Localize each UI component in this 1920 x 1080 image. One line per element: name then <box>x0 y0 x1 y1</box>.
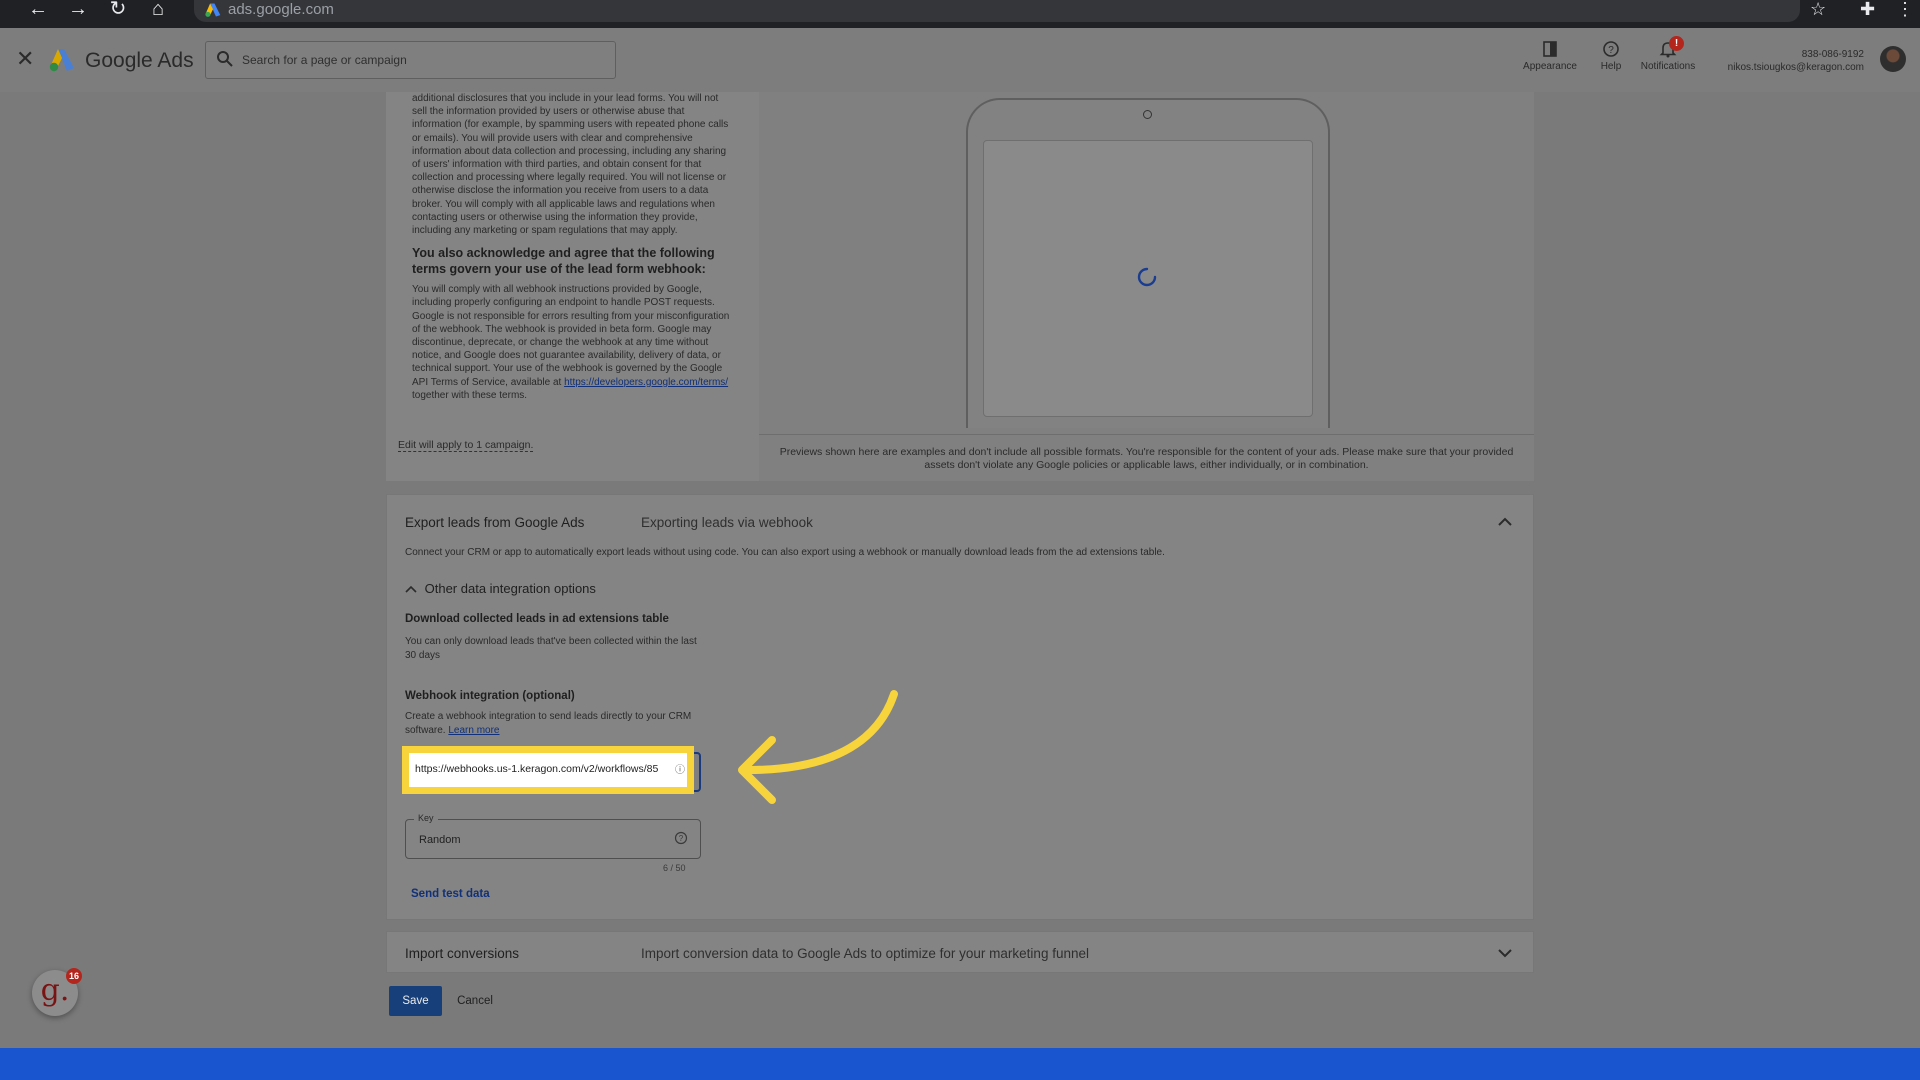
google-ads-logo-icon <box>49 49 74 72</box>
other-integration-toggle[interactable]: Other data integration options <box>405 581 596 596</box>
key-label: Key <box>414 813 438 823</box>
preview-divider <box>759 434 1534 435</box>
terms-paragraph-1: additional disclosures that you include … <box>412 93 729 237</box>
import-title: Import conversions <box>405 946 520 961</box>
google-ads-favicon-icon <box>205 3 221 17</box>
help-label: Help <box>1600 61 1622 72</box>
search-icon <box>217 51 233 67</box>
notifications-label: Notifications <box>1640 61 1696 72</box>
webhook-url-value: https://webhooks.us-1.keragon.com/v2/wor… <box>415 763 659 775</box>
webhook-heading: Webhook integration (optional) <box>405 690 575 702</box>
account-info[interactable]: 838-086-9192 nikos.tsiougkos@keragon.com <box>1728 48 1864 74</box>
key-char-counter: 6 / 50 <box>663 863 686 873</box>
back-icon[interactable]: ← <box>24 0 52 20</box>
annotation-arrow-icon <box>738 690 898 804</box>
ads-header: ✕ Google Ads Search for a page or campai… <box>0 28 1920 92</box>
ad-preview-panel: Previews shown here are examples and don… <box>759 92 1534 481</box>
account-phone: 838-086-9192 <box>1801 49 1864 60</box>
chevron-up-icon[interactable] <box>1498 517 1512 527</box>
device-screen <box>983 140 1313 417</box>
appearance-button[interactable]: Appearance <box>1520 40 1580 72</box>
help-icon: ? <box>1603 41 1619 57</box>
webhook-text: Create a webhook integration to send lea… <box>405 710 705 737</box>
bookmark-star-icon[interactable]: ☆ <box>1810 0 1826 18</box>
export-subtitle: Exporting leads via webhook <box>641 515 813 530</box>
chevron-down-icon[interactable] <box>1498 948 1512 958</box>
cancel-button[interactable]: Cancel <box>448 986 502 1016</box>
webhook-help-icon[interactable]: ⓘ <box>675 761 685 776</box>
device-frame <box>966 98 1330 428</box>
g2-chat-widget[interactable]: g. 16 <box>32 968 82 1016</box>
forward-icon[interactable]: → <box>64 0 92 20</box>
reload-icon[interactable]: ↻ <box>104 0 132 20</box>
export-description: Connect your CRM or app to automatically… <box>405 547 1165 558</box>
notifications-button[interactable]: ! Notifications <box>1636 36 1700 72</box>
widget-badge: 16 <box>66 968 82 984</box>
export-title: Export leads from Google Ads <box>405 515 585 530</box>
svg-text:?: ? <box>1608 45 1614 56</box>
close-icon[interactable]: ✕ <box>16 48 34 70</box>
account-email: nikos.tsiougkos@keragon.com <box>1727 62 1864 73</box>
home-icon[interactable]: ⌂ <box>144 0 172 20</box>
url-text: ads.google.com <box>228 1 334 18</box>
developer-terms-link[interactable]: https://developers.google.com/terms/ <box>564 377 728 388</box>
save-button[interactable]: Save <box>389 986 442 1016</box>
appearance-label: Appearance <box>1523 61 1577 72</box>
learn-more-link[interactable]: Learn more <box>448 725 499 736</box>
help-button[interactable]: ? Help <box>1596 40 1626 72</box>
avatar[interactable] <box>1880 46 1906 72</box>
import-conversions-panel[interactable]: Import conversions Import conversion dat… <box>386 931 1534 973</box>
export-leads-panel: Export leads from Google Ads Exporting l… <box>386 494 1534 920</box>
terms-text: additional disclosures that you include … <box>412 92 736 402</box>
webhook-url-input[interactable]: https://webhooks.us-1.keragon.com/v2/wor… <box>402 746 694 794</box>
terms-paragraph-2-text: You will comply with all webhook instruc… <box>412 284 730 388</box>
edit-scope-note[interactable]: Edit will apply to 1 campaign. <box>398 439 534 452</box>
search-input[interactable]: Search for a page or campaign <box>205 41 616 79</box>
svg-text:?: ? <box>679 834 684 843</box>
address-bar[interactable]: ads.google.com <box>194 0 1800 22</box>
preview-disclaimer: Previews shown here are examples and don… <box>779 446 1514 471</box>
send-test-data-button[interactable]: Send test data <box>411 888 490 900</box>
search-placeholder: Search for a page or campaign <box>242 53 407 67</box>
bottom-bar <box>0 1048 1920 1080</box>
terms-card: additional disclosures that you include … <box>386 92 759 481</box>
extensions-icon[interactable]: ✚ <box>1860 0 1875 18</box>
terms-paragraph-2-end: together with these terms. <box>412 389 528 401</box>
device-camera <box>1143 110 1152 119</box>
import-subtitle: Import conversion data to Google Ads to … <box>641 946 1089 961</box>
browser-chrome: ← → ↻ ⌂ ads.google.com ☆ ✚ ⋮ <box>0 0 1920 28</box>
app-name: Google Ads <box>85 49 194 72</box>
terms-heading: You also acknowledge and agree that the … <box>412 246 715 277</box>
browser-menu-icon[interactable]: ⋮ <box>1896 0 1914 18</box>
loading-spinner-icon <box>1137 267 1157 287</box>
chevron-up-small-icon <box>405 585 417 593</box>
download-leads-text: You can only download leads that've been… <box>405 636 697 661</box>
help-circle-icon[interactable]: ? <box>674 831 688 845</box>
key-value: Random <box>419 834 461 846</box>
download-leads-heading: Download collected leads in ad extension… <box>405 613 669 625</box>
widget-glyph: g. <box>40 973 70 1008</box>
terms-paragraph-2: You will comply with all webhook instruc… <box>412 283 736 402</box>
key-field[interactable]: Key Random ? <box>405 813 701 859</box>
other-integration-label: Other data integration options <box>424 581 596 596</box>
notification-badge: ! <box>1669 36 1684 51</box>
appearance-icon <box>1543 41 1557 57</box>
